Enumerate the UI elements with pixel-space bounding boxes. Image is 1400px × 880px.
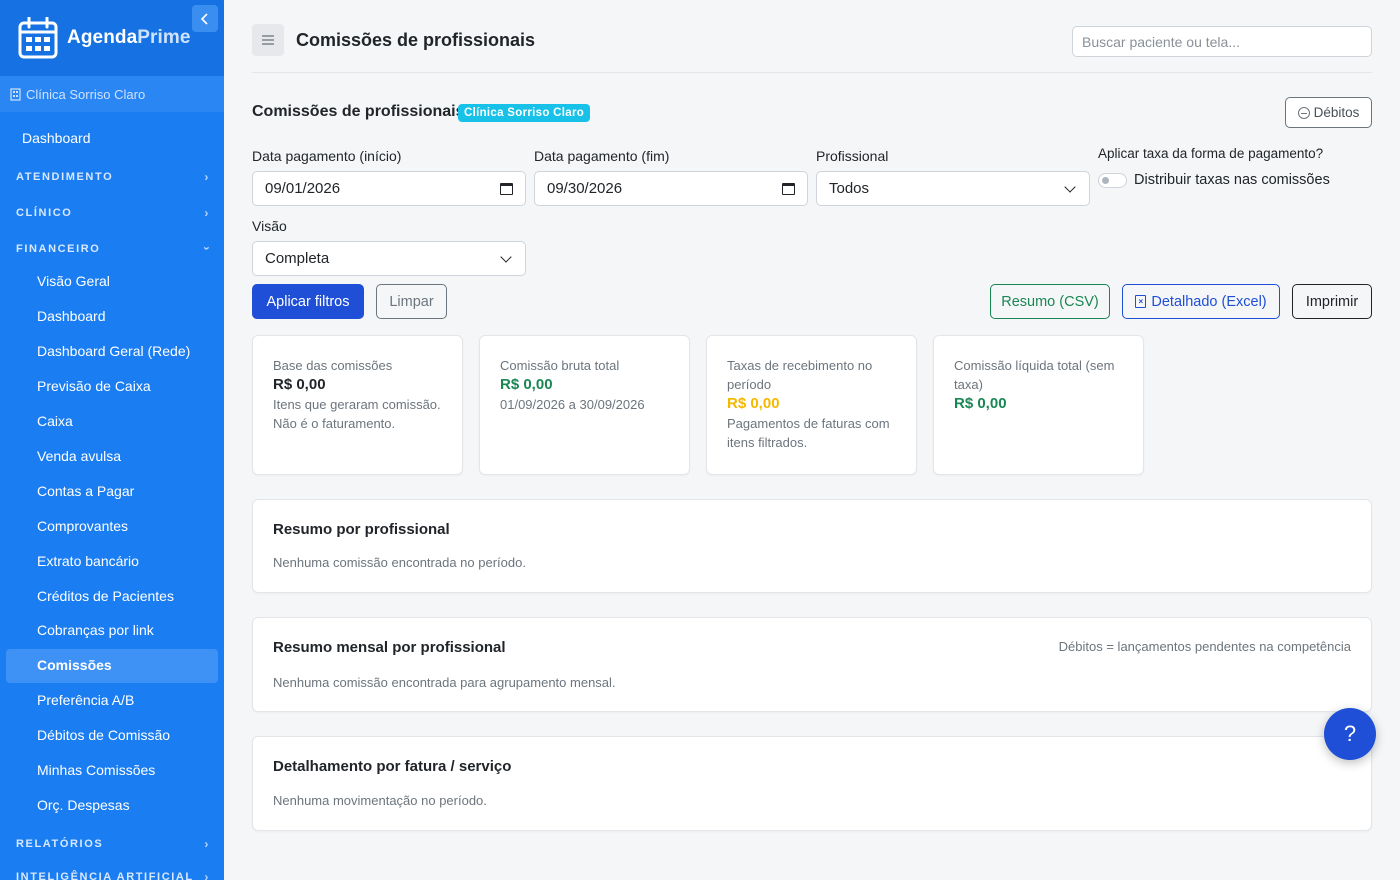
sidebar-item-contas-pagar[interactable]: Contas a Pagar [37,483,134,499]
apply-filters-button[interactable]: Aplicar filtros [252,284,364,319]
view-label: Visão [252,218,287,234]
clear-button[interactable]: Limpar [376,284,447,319]
sidebar-section-ia[interactable]: INTELIGÊNCIA ARTIFICIAL › [16,870,210,880]
clinic-name: Clínica Sorriso Claro [26,86,146,102]
sidebar-section-relatorios[interactable]: RELATÓRIOS › [16,837,210,851]
card-subtitle: Pagamentos de faturas com itens filtrado… [727,416,890,450]
card-taxas-recebimento: Taxas de recebimento no período R$ 0,00 … [706,335,917,475]
header-divider [252,72,1372,73]
card-title: Comissão líquida total (sem taxa) [954,358,1115,392]
card-value: R$ 0,00 [727,395,780,412]
minus-circle-icon [1297,106,1310,119]
search-input[interactable] [1072,26,1372,57]
professional-select[interactable]: Todos [816,171,1090,206]
chevron-down-icon: › [200,246,215,252]
tax-toggle-label: Distribuir taxas nas comissões [1134,172,1330,188]
building-icon [10,87,21,101]
page-title: Comissões de profissionais [296,30,536,50]
sidebar-item-minhas-comissoes[interactable]: Minhas Comissões [37,762,155,778]
sidebar-item-preferencia-ab[interactable]: Preferência A/B [37,692,134,708]
sidebar-item-comissoes[interactable]: Comissões [37,657,112,673]
excel-file-icon: × [1135,295,1147,308]
sidebar: AgendaPrime Clínica Sorriso Claro Dashbo… [0,0,224,880]
start-date-label: Data pagamento (início) [252,148,402,164]
card-title: Taxas de recebimento no período [727,358,873,392]
calendar-icon [500,182,513,195]
card-comissao-liquida: Comissão líquida total (sem taxa) R$ 0,0… [933,335,1144,475]
calendar-icon [782,182,795,195]
sidebar-item-visao-geral[interactable]: Visão Geral [37,273,110,289]
card-subtitle: 01/09/2026 a 30/09/2026 [500,397,645,412]
chevron-right-icon: › [204,837,210,851]
csv-button[interactable]: Resumo (CSV) [990,284,1110,319]
start-date-field[interactable]: 09/01/2026 [252,171,526,206]
card-value: R$ 0,00 [954,395,1007,412]
empty-message: Nenhuma comissão encontrada para agrupam… [273,675,616,690]
chevron-right-icon: › [204,170,210,184]
sidebar-item-cobrancas-link[interactable]: Cobranças por link [37,622,154,638]
empty-message: Nenhuma movimentação no período. [273,793,487,808]
sidebar-item-dashboard-financeiro[interactable]: Dashboard [37,308,106,324]
card-title: Base das comissões [273,358,393,373]
panel-resumo-mensal: Resumo mensal por profissional Débitos =… [252,617,1372,712]
panel-note: Débitos = lançamentos pendentes na compe… [1058,639,1351,654]
empty-message: Nenhuma comissão encontrada no período. [273,555,526,570]
sidebar-item-dashboard[interactable]: Dashboard [22,130,91,146]
chevron-down-icon [500,250,512,263]
clinic-badge: Clínica Sorriso Claro [458,104,591,122]
card-value: R$ 0,00 [500,376,553,393]
view-select[interactable]: Completa [252,241,526,276]
chevron-right-icon: › [204,206,210,220]
card-comissao-bruta: Comissão bruta total R$ 0,00 01/09/2026 … [479,335,690,475]
sidebar-item-previsao-caixa[interactable]: Previsão de Caixa [37,378,151,394]
sidebar-section-financeiro[interactable]: FINANCEIRO › [16,242,214,256]
end-date-field[interactable]: 09/30/2026 [534,171,808,206]
tax-label: Aplicar taxa da forma de pagamento? [1098,146,1324,161]
menu-toggle-button[interactable] [252,24,284,56]
debitos-button[interactable]: Débitos [1285,97,1372,128]
sidebar-section-clinico[interactable]: CLÍNICO › [16,206,210,220]
chevron-down-icon [1064,180,1076,193]
panel-resumo-profissional: Resumo por profissional Nenhuma comissão… [252,499,1372,593]
clinic-selector[interactable]: Clínica Sorriso Claro [0,76,224,112]
sidebar-item-dashboard-rede[interactable]: Dashboard Geral (Rede) [37,343,190,359]
sidebar-item-comprovantes[interactable]: Comprovantes [37,518,128,534]
chevron-left-icon [200,12,208,25]
panel-detalhamento: Detalhamento por fatura / serviço Nenhum… [252,736,1372,831]
panel-title: Detalhamento por fatura / serviço [273,758,512,775]
panel-title: Resumo por profissional [273,521,450,538]
card-subtitle: Itens que geraram comissão. Não é o fatu… [273,397,441,431]
card-value: R$ 0,00 [273,376,326,393]
chevron-right-icon: › [204,870,210,880]
sidebar-item-extrato-bancario[interactable]: Extrato bancário [37,553,139,569]
professional-label: Profissional [816,148,889,164]
end-date-label: Data pagamento (fim) [534,148,670,164]
sidebar-item-caixa[interactable]: Caixa [37,413,73,429]
sidebar-item-orc-despesas[interactable]: Orç. Despesas [37,797,130,813]
card-title: Comissão bruta total [500,358,620,373]
sidebar-item-debitos-comissao[interactable]: Débitos de Comissão [37,727,170,743]
sidebar-item-creditos-pacientes[interactable]: Créditos de Pacientes [37,588,174,604]
sidebar-section-atendimento[interactable]: ATENDIMENTO › [16,170,210,184]
excel-button[interactable]: × Detalhado (Excel) [1122,284,1280,319]
print-button[interactable]: Imprimir [1292,284,1372,319]
brand[interactable]: AgendaPrime [0,0,224,76]
sidebar-collapse-button[interactable] [192,5,218,32]
hamburger-icon [262,35,274,45]
calendar-logo-icon [18,17,58,59]
tax-toggle[interactable] [1098,173,1127,188]
brand-name: AgendaPrime [67,27,191,48]
help-button[interactable]: ? [1324,708,1376,760]
card-base-comissoes: Base das comissões R$ 0,00 Itens que ger… [252,335,463,475]
section-title: Comissões de profissionais [252,103,465,120]
sidebar-item-venda-avulsa[interactable]: Venda avulsa [37,448,121,464]
panel-title: Resumo mensal por profissional [273,639,506,656]
